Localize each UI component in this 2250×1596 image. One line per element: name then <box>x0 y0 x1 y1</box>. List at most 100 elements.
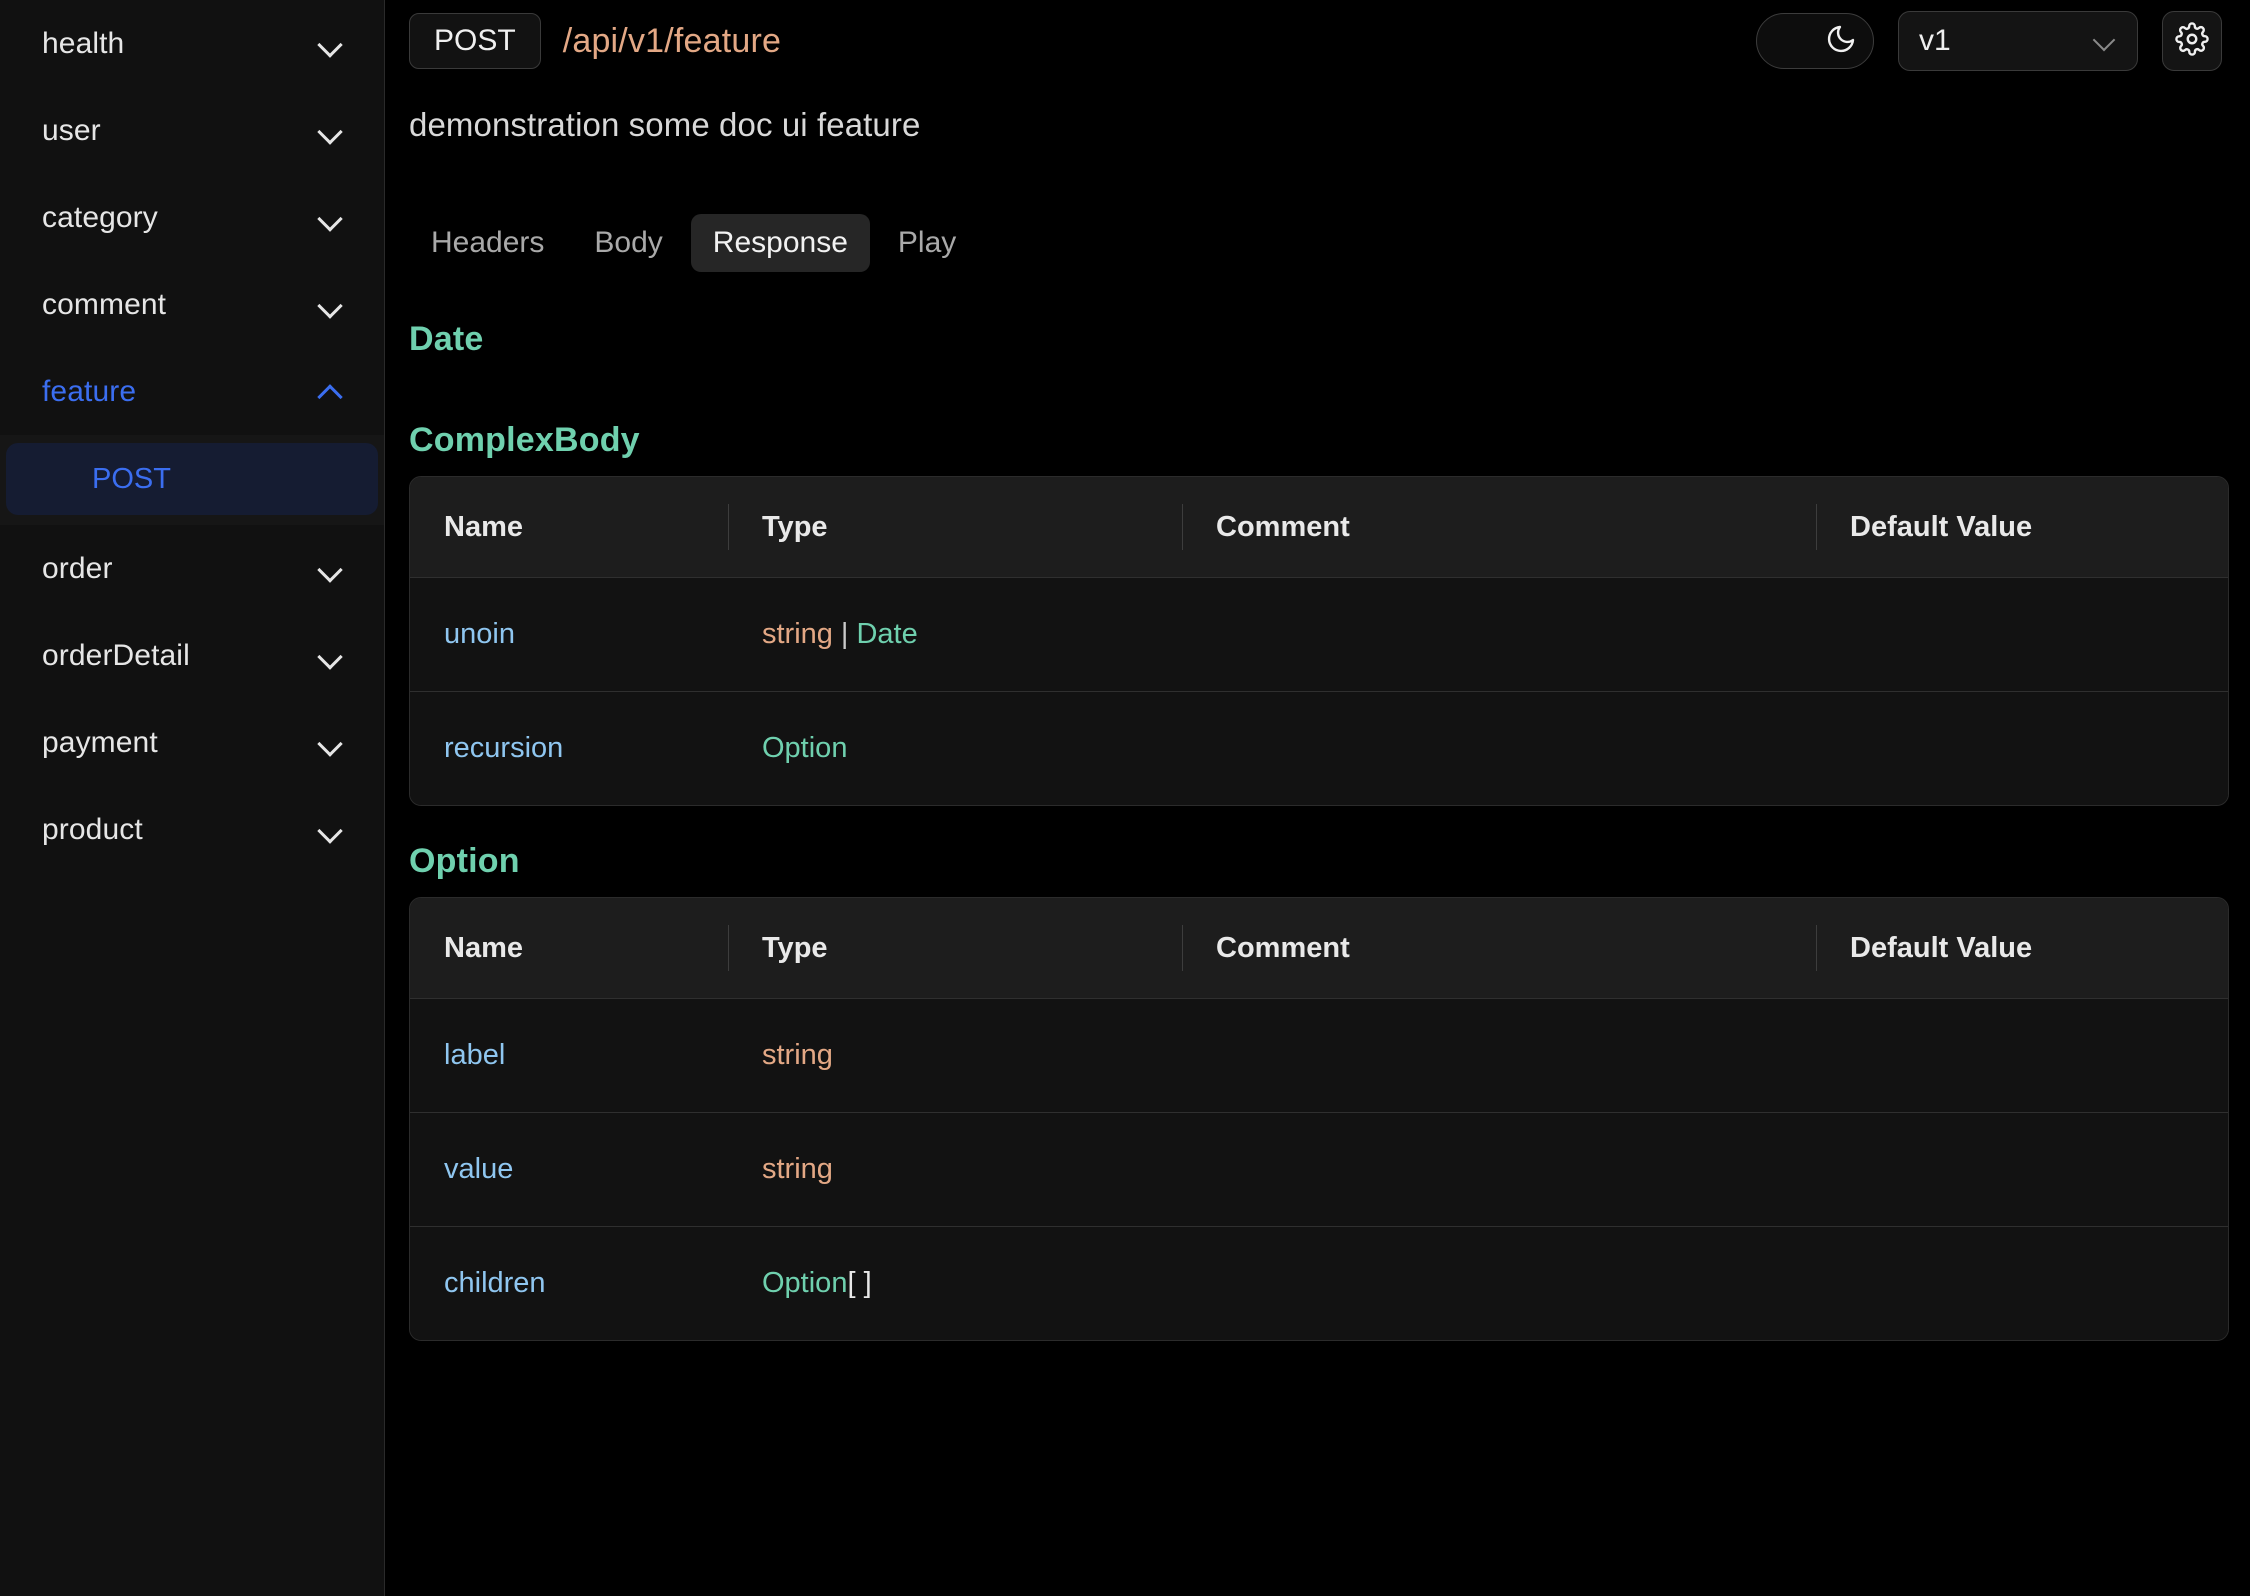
field-name: children <box>444 1267 546 1299</box>
main-panel: POST /api/v1/feature v1 demonstration so… <box>385 0 2250 1596</box>
version-select-value: v1 <box>1919 24 1951 57</box>
cell-default-value <box>1816 1113 2228 1226</box>
http-method-badge[interactable]: POST <box>409 13 541 69</box>
sidebar-item-comment[interactable]: comment <box>0 261 384 348</box>
table-row: value string <box>410 1113 2228 1227</box>
chevron-down-icon <box>2095 30 2117 52</box>
response-content: Date ComplexBody Name Type Comment Default Va… <box>385 272 2250 1341</box>
sidebar-item-label: order <box>42 551 113 585</box>
topbar: POST /api/v1/feature v1 <box>385 0 2250 82</box>
cell-name: value <box>410 1113 728 1226</box>
table-header-row: Name Type Comment Default Value <box>410 477 2228 578</box>
cell-name: unoin <box>410 578 728 691</box>
sidebar-item-label: user <box>42 113 101 147</box>
cell-comment <box>1182 1113 1816 1226</box>
type-array-brackets: [ ] <box>847 1267 872 1299</box>
schema-title: ComplexBody <box>409 421 640 459</box>
chevron-down-icon <box>318 31 344 57</box>
type-reference-link[interactable]: Option <box>762 1267 847 1300</box>
endpoint-path: /api/v1/feature <box>562 21 782 60</box>
field-name: unoin <box>444 618 515 650</box>
sidebar-item-user[interactable]: user <box>0 87 384 174</box>
schema-title: Option <box>409 842 520 880</box>
sidebar: health user category comment feature POST orde… <box>0 0 385 1596</box>
chevron-down-icon <box>318 730 344 756</box>
chevron-down-icon <box>318 817 344 843</box>
type-union-separator: | <box>840 618 849 650</box>
tab-bar: Headers Body Response Play <box>385 144 2250 272</box>
column-header-default-value: Default Value <box>1816 898 2228 998</box>
sidebar-subitem-label: POST <box>92 462 171 495</box>
table-row: recursion Option <box>410 692 2228 805</box>
table-row: children Option[ ] <box>410 1227 2228 1340</box>
moon-icon <box>1825 23 1857 60</box>
cell-comment <box>1182 692 1816 805</box>
field-name: value <box>444 1153 514 1185</box>
table-header-row: Name Type Comment Default Value <box>410 898 2228 999</box>
cell-comment <box>1182 999 1816 1112</box>
cell-default-value <box>1816 578 2228 691</box>
table-row: label string <box>410 999 2228 1113</box>
column-header-default-value: Default Value <box>1816 477 2228 577</box>
cell-type: string <box>728 999 1182 1112</box>
cell-name: recursion <box>410 692 728 805</box>
chevron-down-icon <box>318 118 344 144</box>
cell-type: string <box>728 1113 1182 1226</box>
type-primitive: string <box>762 1039 833 1071</box>
sidebar-item-label: payment <box>42 725 158 759</box>
sidebar-item-label: product <box>42 812 143 846</box>
sidebar-item-label: comment <box>42 287 167 321</box>
chevron-down-icon <box>318 292 344 318</box>
column-header-name: Name <box>444 931 523 964</box>
cell-default-value <box>1816 999 2228 1112</box>
sidebar-item-payment[interactable]: payment <box>0 699 384 786</box>
column-header-comment: Comment <box>1182 477 1816 577</box>
field-name: label <box>444 1039 506 1071</box>
type-primitive: string <box>762 1153 833 1185</box>
schema-section: ComplexBody Name Type Comment Default Value u… <box>409 421 2229 806</box>
column-header-type: Type <box>728 898 1182 998</box>
endpoint-summary: demonstration some doc ui feature <box>409 106 921 143</box>
column-header-type: Type <box>728 477 1182 577</box>
tab-play[interactable]: Play <box>876 214 978 272</box>
settings-button[interactable] <box>2162 11 2222 71</box>
column-header-comment: Comment <box>1182 898 1816 998</box>
sidebar-item-category[interactable]: category <box>0 174 384 261</box>
sidebar-item-product[interactable]: product <box>0 786 384 873</box>
cell-default-value <box>1816 692 2228 805</box>
app-root: health user category comment feature POST orde… <box>0 0 2250 1596</box>
sidebar-item-orderdetail[interactable]: orderDetail <box>0 612 384 699</box>
schema-table: Name Type Comment Default Value unoin string |… <box>409 476 2229 806</box>
sidebar-item-feature[interactable]: feature <box>0 348 384 435</box>
schema-section: Option Name Type Comment Default Value label s… <box>409 842 2229 1341</box>
field-name: recursion <box>444 732 564 764</box>
tab-body[interactable]: Body <box>572 214 684 272</box>
version-select[interactable]: v1 <box>1898 11 2138 71</box>
cell-type: Option <box>728 692 1182 805</box>
type-reference-link[interactable]: Date <box>856 618 917 651</box>
theme-toggle[interactable] <box>1756 13 1874 69</box>
sidebar-item-label: health <box>42 26 125 60</box>
schema-section: Date <box>409 320 2226 359</box>
sidebar-item-label: feature <box>42 374 137 408</box>
sidebar-item-label: category <box>42 200 158 234</box>
sidebar-item-label: orderDetail <box>42 638 190 672</box>
type-reference-link[interactable]: Option <box>762 732 847 765</box>
sidebar-subgroup-feature: POST <box>0 435 384 525</box>
chevron-up-icon <box>318 379 344 405</box>
tab-response[interactable]: Response <box>690 214 870 272</box>
schema-table: Name Type Comment Default Value label string v… <box>409 897 2229 1341</box>
sidebar-subitem-post[interactable]: POST <box>6 443 378 515</box>
column-header-name: Name <box>444 510 523 543</box>
cell-comment <box>1182 1227 1816 1340</box>
tab-headers[interactable]: Headers <box>409 214 566 272</box>
sidebar-item-health[interactable]: health <box>0 0 384 87</box>
sidebar-item-order[interactable]: order <box>0 525 384 612</box>
gear-icon <box>2175 21 2209 61</box>
cell-name: children <box>410 1227 728 1340</box>
chevron-down-icon <box>318 643 344 669</box>
cell-type: Option[ ] <box>728 1227 1182 1340</box>
cell-name: label <box>410 999 728 1112</box>
topbar-actions: v1 <box>1756 11 2222 71</box>
cell-default-value <box>1816 1227 2228 1340</box>
